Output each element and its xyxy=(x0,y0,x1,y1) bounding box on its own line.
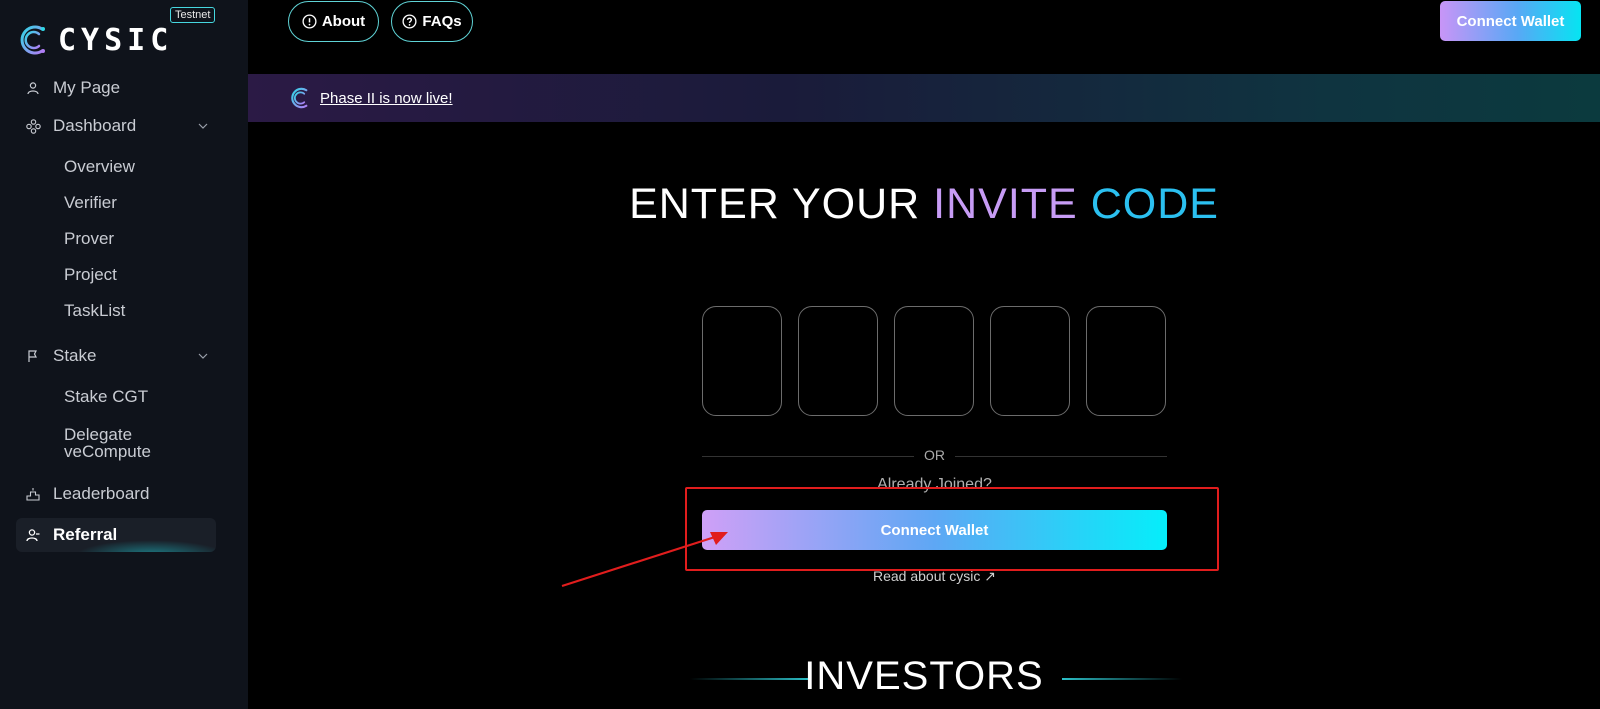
page-title: ENTER YOUR INVITE CODE xyxy=(0,180,1600,229)
already-joined-text: Already Joined? xyxy=(877,476,992,493)
about-label: About xyxy=(321,13,366,30)
phase-live-link[interactable]: Phase II is now live! xyxy=(320,90,453,107)
sidebar-subitem-overview[interactable]: Overview xyxy=(64,158,135,175)
active-glow xyxy=(76,540,216,552)
sidebar-item-label: Leaderboard xyxy=(53,484,150,503)
sidebar-item-referral[interactable]: Referral xyxy=(16,518,216,552)
sidebar-item-my-page[interactable]: My Page xyxy=(16,72,216,104)
sidebar-item-label: Stake xyxy=(53,346,97,365)
invite-code-input-1[interactable] xyxy=(702,306,782,416)
heading-code: CODE xyxy=(1090,180,1219,228)
flag-icon xyxy=(25,348,41,364)
sidebar-item-label: Dashboard xyxy=(53,116,137,135)
question-icon xyxy=(402,14,417,29)
sidebar-item-stake[interactable]: Stake xyxy=(16,340,216,372)
referral-icon xyxy=(25,527,41,543)
cysic-logo-icon xyxy=(291,87,308,109)
investors-title: INVESTORS xyxy=(804,654,1044,698)
faqs-label: FAQs xyxy=(422,13,462,30)
invite-code-input-5[interactable] xyxy=(1086,306,1166,416)
sidebar-subitem-delegate-vecompute[interactable]: Delegate veCompute xyxy=(64,426,184,460)
or-divider: OR xyxy=(702,447,1167,465)
chevron-down-icon xyxy=(198,123,208,129)
cysic-logo-icon xyxy=(20,25,45,55)
heading-enter-your: ENTER YOUR xyxy=(629,180,934,228)
sidebar-subitem-tasklist[interactable]: TaskList xyxy=(64,302,125,319)
sidebar-subitem-project[interactable]: Project xyxy=(64,266,117,283)
faqs-button[interactable]: FAQs xyxy=(391,1,473,42)
invite-code-input-4[interactable] xyxy=(990,306,1070,416)
brand-name: CYSIC xyxy=(58,22,174,58)
chevron-down-icon xyxy=(198,353,208,359)
logo[interactable]: CYSIC xyxy=(16,22,173,58)
announcement-banner: Phase II is now live! xyxy=(248,74,1600,122)
podium-icon xyxy=(25,486,41,502)
investors-line-right xyxy=(1062,678,1182,680)
sidebar-item-leaderboard[interactable]: Leaderboard xyxy=(16,478,216,510)
heading-invite: INVITE xyxy=(933,180,1091,228)
read-about-cysic-link[interactable]: Read about cysic ↗ xyxy=(702,568,1167,585)
invite-code-input-2[interactable] xyxy=(798,306,878,416)
or-label: OR xyxy=(924,447,945,463)
connect-wallet-button[interactable]: Connect Wallet xyxy=(702,510,1167,550)
sidebar-subitem-prover[interactable]: Prover xyxy=(64,230,114,247)
sidebar-item-label: My Page xyxy=(53,78,121,97)
testnet-badge: Testnet xyxy=(170,7,216,23)
sidebar-item-dashboard[interactable]: Dashboard xyxy=(16,110,216,142)
connect-wallet-top-button[interactable]: Connect Wallet xyxy=(1440,1,1581,41)
sidebar-subitem-stake-cgt[interactable]: Stake CGT xyxy=(64,388,148,405)
dashboard-icon xyxy=(25,118,41,134)
user-icon xyxy=(25,80,41,96)
info-icon xyxy=(302,14,317,29)
about-button[interactable]: About xyxy=(288,1,379,42)
invite-code-input-3[interactable] xyxy=(894,306,974,416)
sidebar: CYSIC Testnet My Page Dashboard Overview… xyxy=(0,0,248,709)
